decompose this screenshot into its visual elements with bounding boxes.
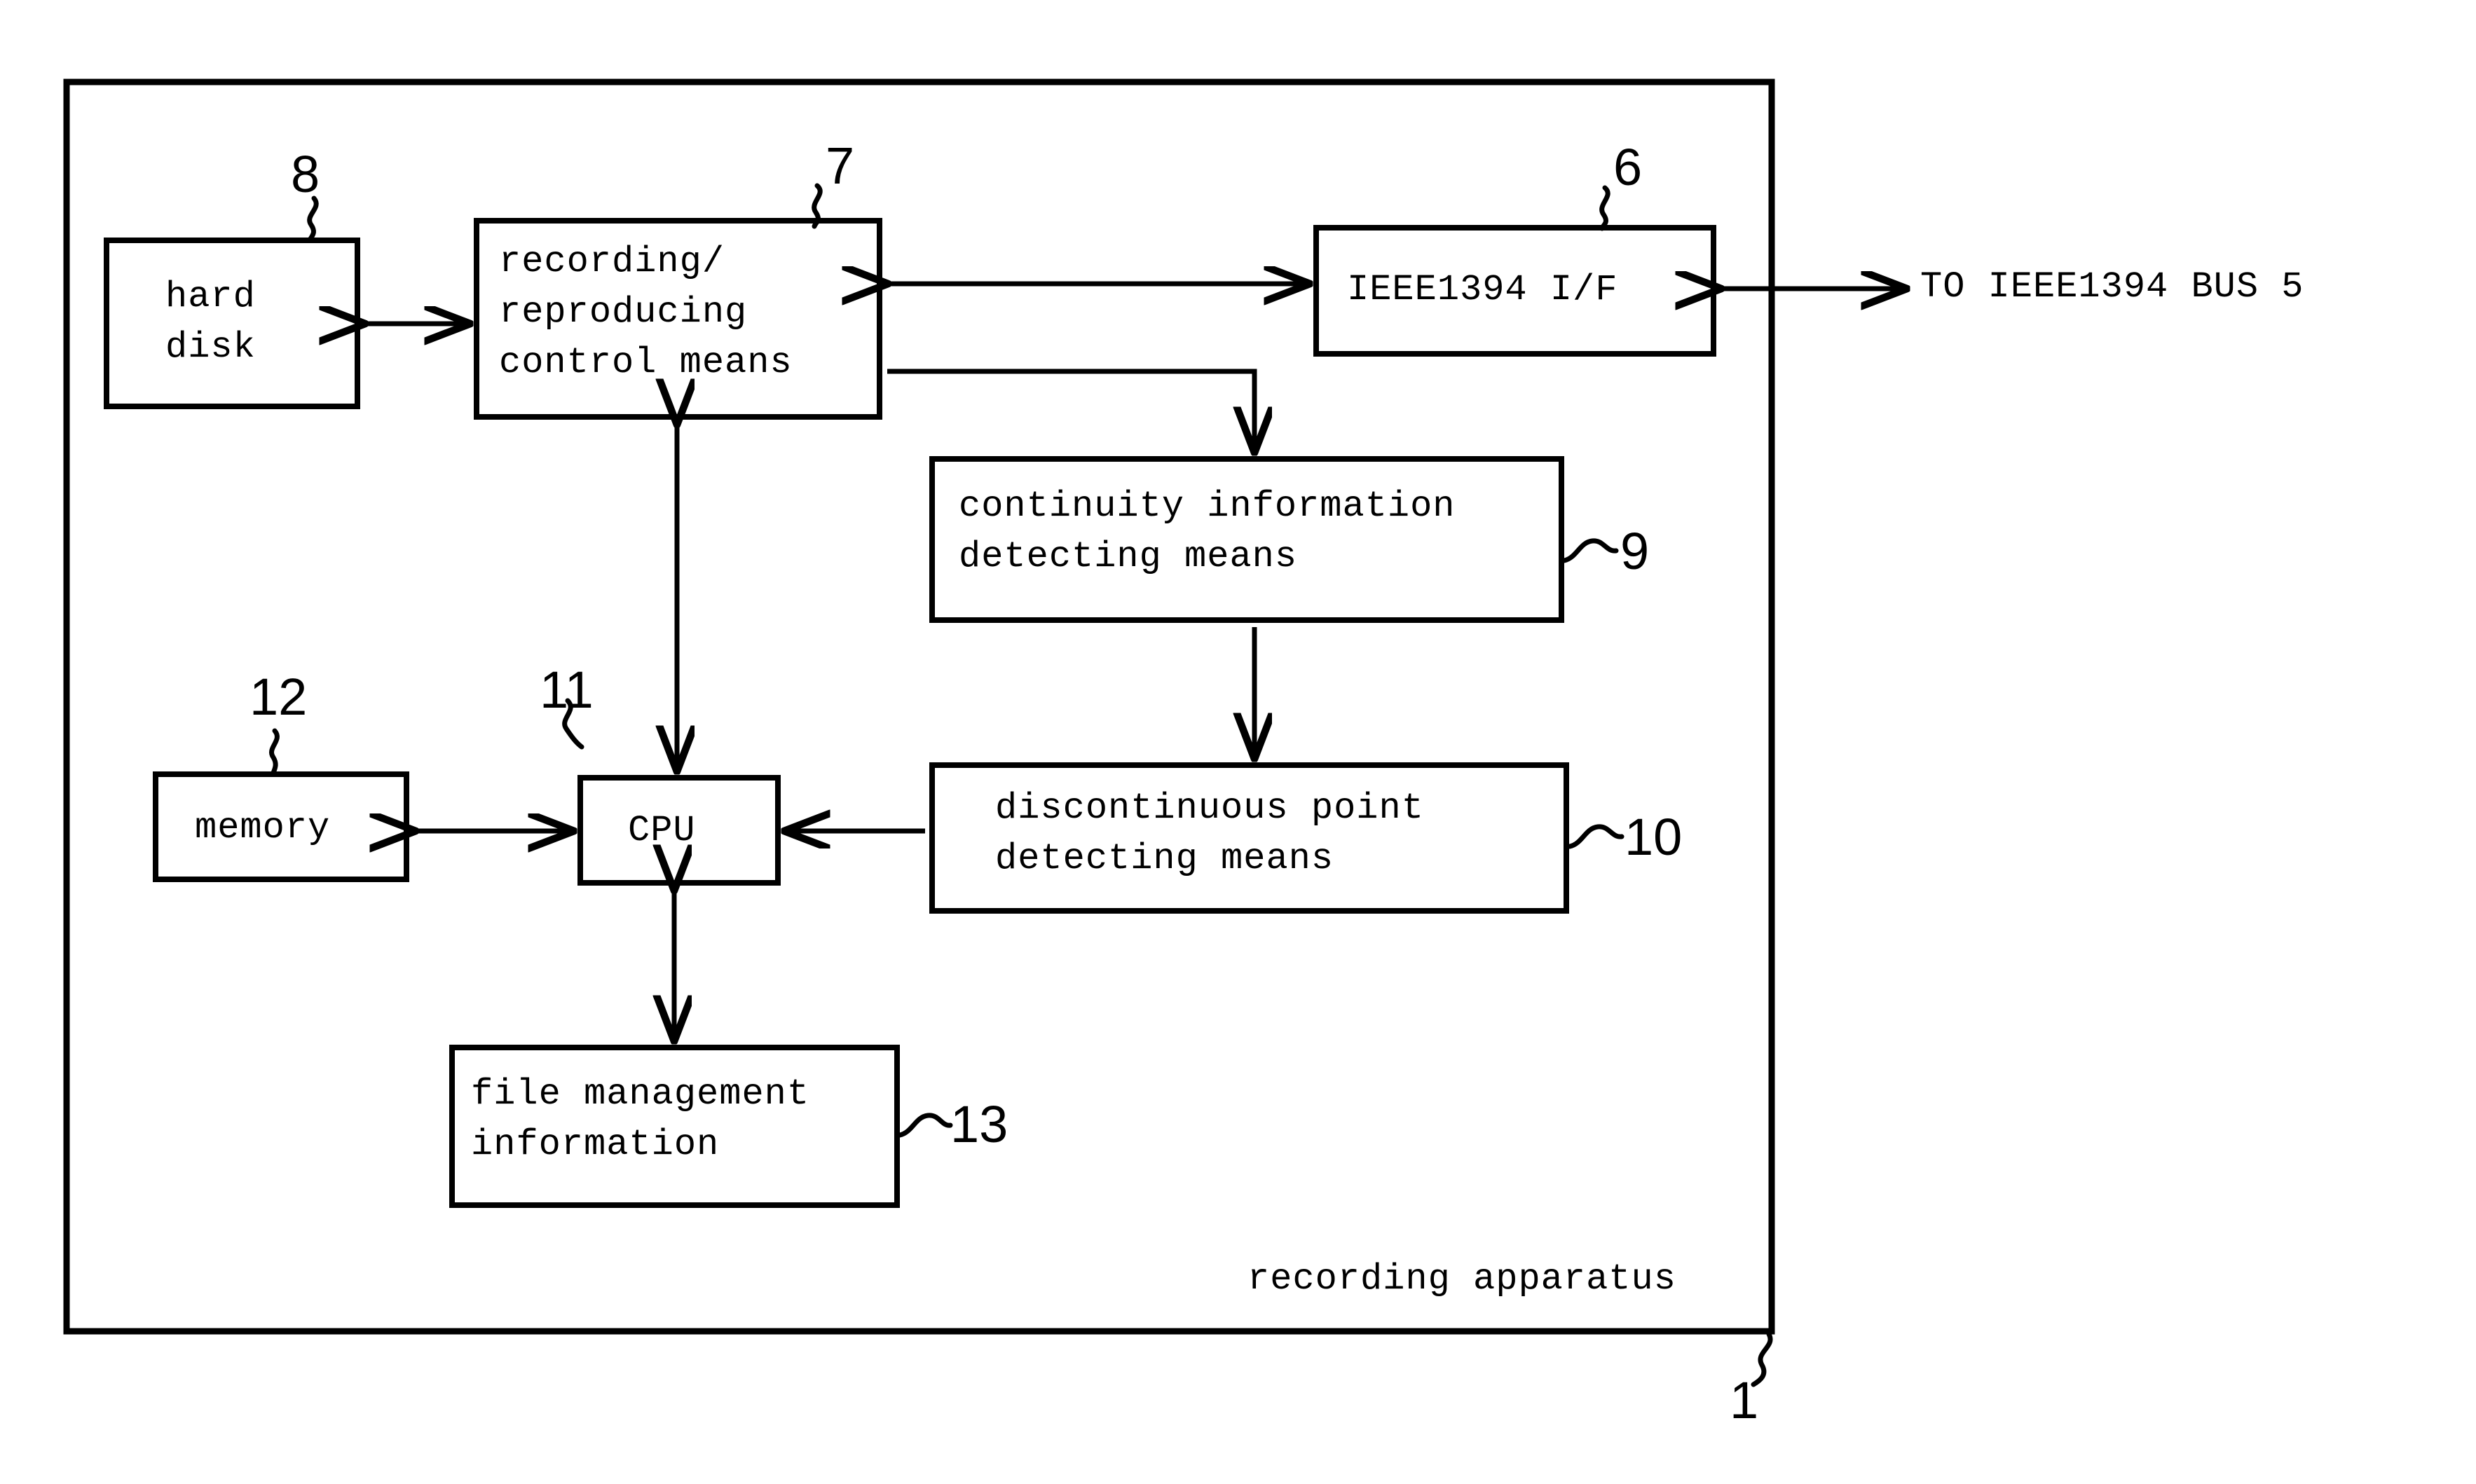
leader-line-9 (1561, 538, 1619, 563)
leader-line-10 (1567, 824, 1625, 849)
discontinuous-box (929, 762, 1569, 914)
leader-line-8 (307, 195, 319, 243)
leader-line-1 (1751, 1331, 1773, 1387)
connector-recrepro-continuity (887, 369, 1254, 452)
hard-disk-box (104, 238, 360, 409)
file-mgmt-box (449, 1045, 900, 1208)
cpu-box (577, 775, 781, 886)
continuity-box (929, 456, 1564, 623)
diagram-linework (63, 78, 2476, 1387)
leader-line-11 (562, 698, 584, 750)
ieee1394-box (1313, 225, 1716, 357)
rec-repro-box (474, 218, 882, 420)
leader-line-12 (269, 728, 280, 776)
leader-line-6 (1599, 185, 1610, 231)
patent-figure-canvas: hard disk recording/reproducing control me… (0, 0, 2476, 1484)
memory-box (153, 771, 409, 882)
leader-line-13 (897, 1113, 953, 1138)
